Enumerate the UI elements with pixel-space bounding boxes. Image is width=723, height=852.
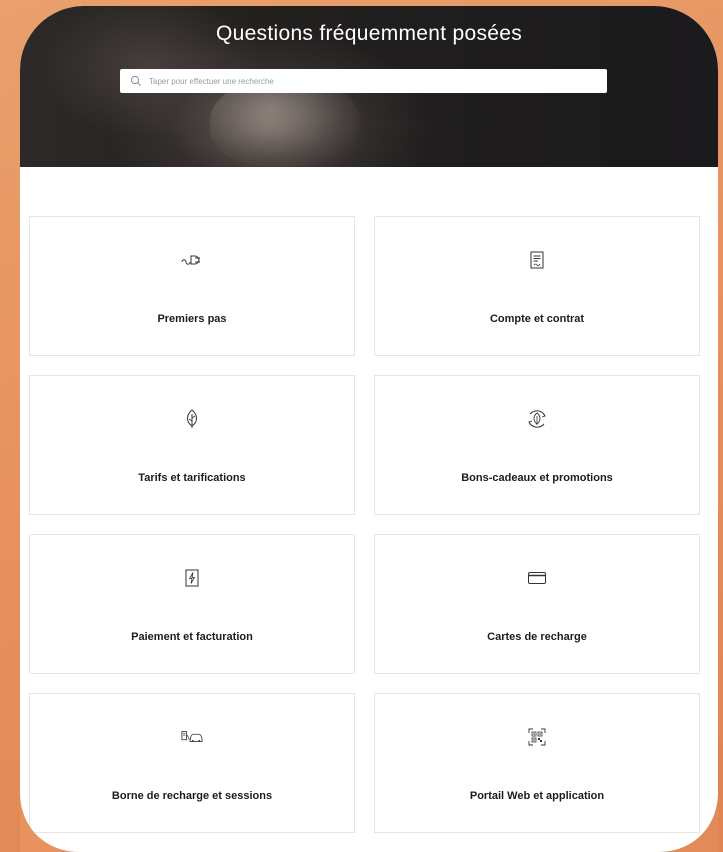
search-input[interactable] [149, 76, 607, 86]
faq-page: Questions fréquemment posées Prem [20, 6, 718, 852]
category-label: Bons-cadeaux et promotions [461, 472, 613, 484]
bolt-card-icon [181, 567, 203, 589]
search-icon [130, 75, 142, 87]
leaf-cycle-icon [526, 408, 548, 430]
category-label: Cartes de recharge [487, 631, 587, 643]
category-card-tarifs[interactable]: Tarifs et tarifications [29, 375, 355, 515]
frame-corner-left [20, 792, 80, 852]
category-label: Portail Web et application [469, 790, 605, 802]
category-grid: Premiers pas Compte et contrat Tarifs et… [29, 216, 701, 833]
frame-corner-right [658, 792, 718, 852]
category-label: Compte et contrat [489, 313, 585, 325]
category-label: Paiement et facturation [131, 631, 253, 643]
charging-car-icon [181, 726, 203, 748]
category-card-portail-web[interactable]: Portail Web et application [374, 693, 700, 833]
leaf-icon [181, 408, 203, 430]
document-icon [526, 249, 548, 271]
category-card-compte-contrat[interactable]: Compte et contrat [374, 216, 700, 356]
category-label: Premiers pas [157, 313, 227, 325]
category-card-cartes-recharge[interactable]: Cartes de recharge [374, 534, 700, 674]
category-card-bons-cadeaux[interactable]: Bons-cadeaux et promotions [374, 375, 700, 515]
category-card-premiers-pas[interactable]: Premiers pas [29, 216, 355, 356]
search-bar[interactable] [120, 69, 607, 93]
qr-code-icon [526, 726, 548, 748]
plug-icon [181, 249, 203, 271]
category-card-paiement[interactable]: Paiement et facturation [29, 534, 355, 674]
credit-card-icon [526, 567, 548, 589]
category-label: Tarifs et tarifications [138, 472, 246, 484]
hero-banner: Questions fréquemment posées [20, 6, 718, 167]
page-title: Questions fréquemment posées [215, 22, 523, 45]
